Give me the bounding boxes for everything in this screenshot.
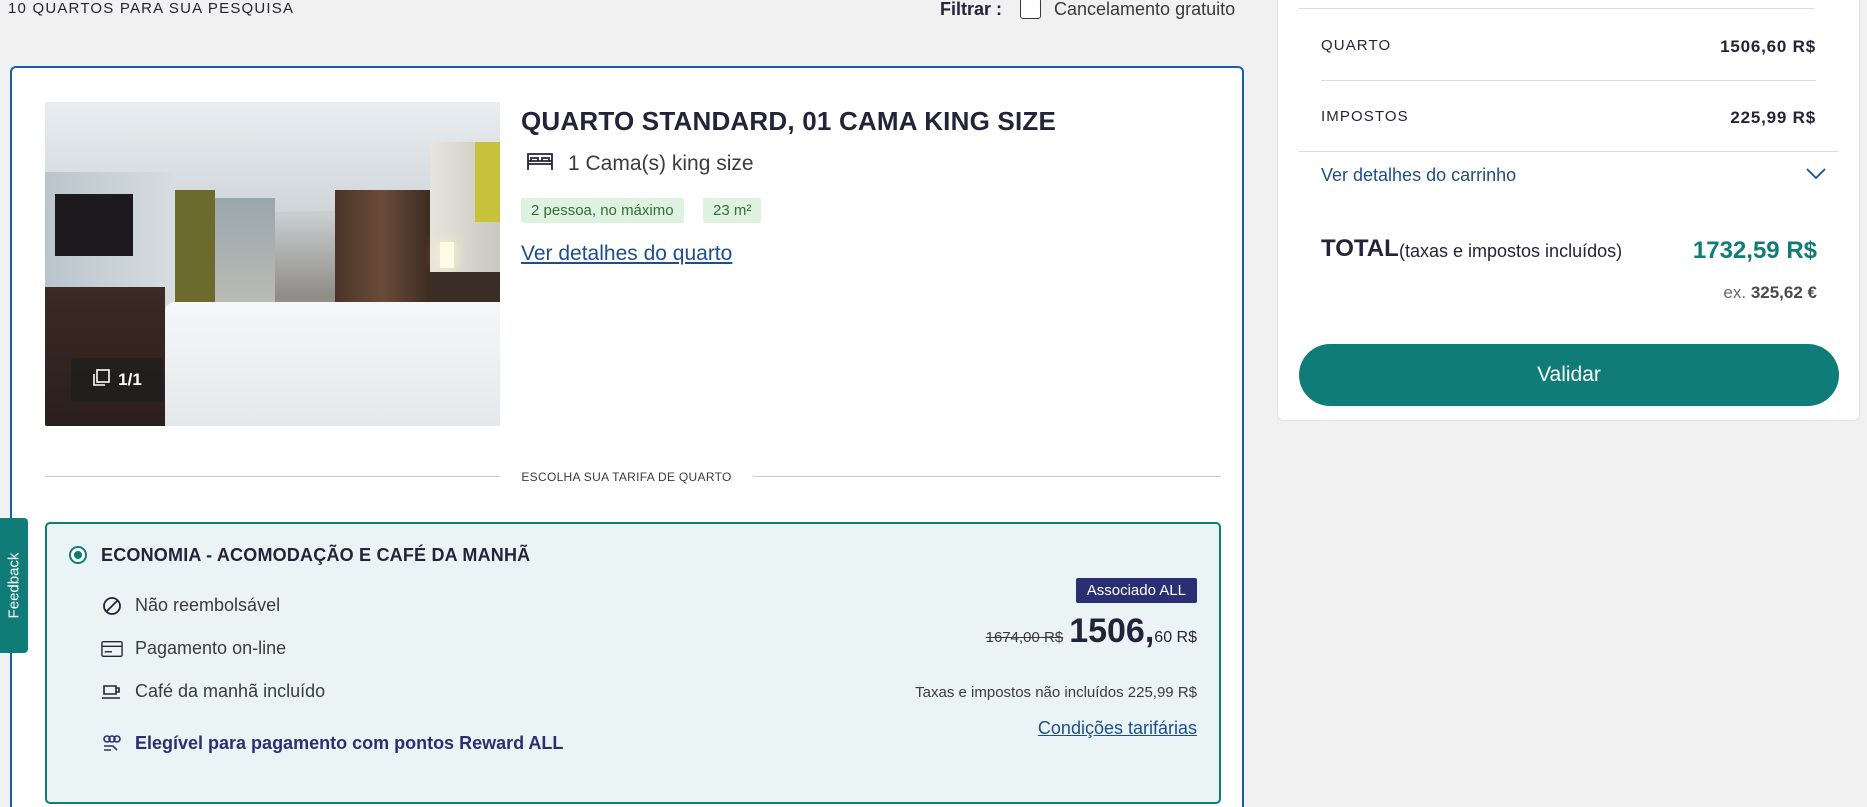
cart-details-link[interactable]: Ver detalhes do carrinho (1321, 165, 1516, 186)
total-label: TOTAL (1321, 235, 1399, 262)
divider (45, 476, 500, 477)
gallery-icon (92, 368, 110, 392)
old-price: 1674,00 R$ (985, 629, 1064, 646)
summary-room-row: QUARTO 1506,60 R$ (1321, 37, 1816, 57)
feature-no-refund: Não reembolsável (101, 595, 280, 616)
rate-price: 1674,00 R$ 1506, 60 R$ (986, 612, 1197, 651)
summary-room-amount: 1506,60 R$ (1720, 37, 1816, 56)
feature-label: Elegível para pagamento com pontos Rewar… (135, 733, 564, 753)
feature-label: Não reembolsável (135, 595, 281, 615)
feature-label: Pagamento on-line (135, 638, 287, 658)
breakfast-cup-icon (101, 683, 123, 701)
converted-amount: 325,62 € (1750, 283, 1817, 302)
photo-art (475, 142, 500, 222)
divider (1299, 8, 1814, 9)
rate-title: ECONOMIA - ACOMODAÇÃO E CAFÉ DA MANHÃ (101, 545, 531, 565)
free-cancellation-checkbox[interactable] (1020, 0, 1041, 19)
divider (1299, 151, 1838, 152)
summary-tax-label: IMPOSTOS (1321, 108, 1409, 125)
free-cancellation-label[interactable]: Cancelamento gratuito (1054, 0, 1235, 20)
photo-bed (165, 302, 500, 426)
capacity-tag: 2 pessoa, no máximo (521, 198, 684, 223)
summary-tax-row: IMPOSTOS 225,99 R$ (1321, 108, 1816, 128)
results-topbar: 10 QUARTOS PARA SUA PESQUISA Filtrar : C… (0, 0, 1245, 24)
no-refund-icon (101, 596, 123, 616)
rate-conditions-link[interactable]: Condições tarifárias (1038, 718, 1197, 739)
room-details-link[interactable]: Ver detalhes do quarto (521, 242, 732, 266)
credit-card-icon (101, 640, 123, 658)
bed-info: 1 Cama(s) king size (526, 150, 754, 177)
booking-summary: QUARTO 1506,60 R$ IMPOSTOS 225,99 R$ Ver… (1277, 0, 1860, 421)
new-price: 1506, (1069, 612, 1155, 650)
bed-icon (526, 150, 554, 177)
rate-option[interactable]: ECONOMIA - ACOMODAÇÃO E CAFÉ DA MANHÃ Nã… (45, 522, 1221, 804)
photo-counter-badge[interactable]: 1/1 (71, 358, 163, 402)
room-card: 1/1 QUARTO STANDARD, 01 CAMA KING SIZE 1… (10, 66, 1244, 807)
feature-label: Café da manhã incluído (135, 681, 326, 701)
reward-points-icon (101, 734, 123, 754)
bed-text: 1 Cama(s) king size (568, 151, 754, 175)
photo-counter: 1/1 (118, 370, 142, 389)
size-tag: 23 m² (703, 198, 762, 223)
photo-tv (55, 194, 133, 256)
total-amount: 1732,59 R$ (1692, 237, 1817, 264)
divider (1321, 80, 1816, 81)
feature-breakfast: Café da manhã incluído (101, 681, 325, 702)
new-price-cents: 60 R$ (1154, 629, 1197, 646)
room-title: QUARTO STANDARD, 01 CAMA KING SIZE (521, 106, 1057, 136)
result-count: 10 QUARTOS PARA SUA PESQUISA (8, 0, 295, 17)
photo-lamp (440, 242, 454, 268)
feature-online-payment: Pagamento on-line (101, 638, 286, 659)
feature-reward-points: Elegível para pagamento com pontos Rewar… (101, 733, 563, 754)
summary-room-label: QUARTO (1321, 37, 1392, 54)
feedback-label: Feedback (5, 552, 23, 619)
divider (753, 476, 1221, 477)
room-photo[interactable]: 1/1 (45, 102, 500, 426)
total-subtitle: (taxas e impostos incluídos) (1399, 241, 1623, 261)
converted-total: ex. 325,62 € (1723, 283, 1817, 303)
validate-button[interactable]: Validar (1299, 344, 1839, 406)
filter-label: Filtrar : (940, 0, 1003, 19)
chevron-down-icon[interactable] (1806, 167, 1826, 185)
rate-section-heading: ESCOLHA SUA TARIFA DE QUARTO (521, 470, 732, 484)
rate-radio[interactable] (69, 546, 87, 564)
converted-prefix: ex. (1723, 283, 1747, 302)
member-badge: Associado ALL (1075, 578, 1197, 603)
feedback-tab[interactable]: Feedback (0, 518, 28, 653)
photo-desk (45, 287, 165, 426)
taxes-note: Taxas e impostos não incluídos 225,99 R$ (915, 684, 1197, 701)
summary-tax-amount: 225,99 R$ (1730, 108, 1816, 127)
